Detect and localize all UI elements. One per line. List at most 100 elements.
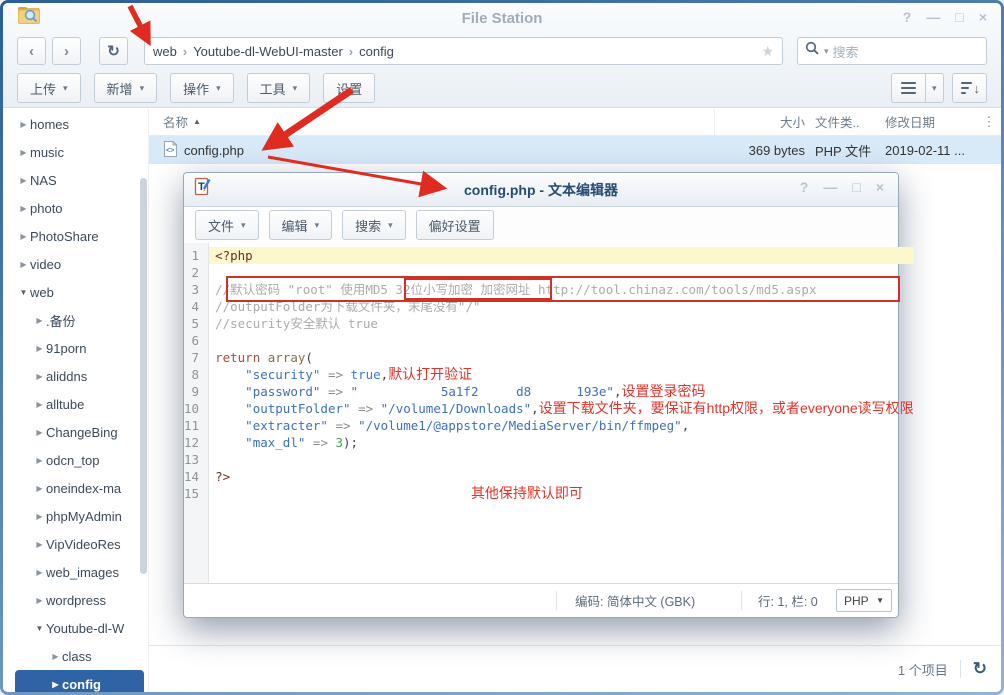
triangle-collapsed-icon[interactable]: ▶ xyxy=(17,176,30,185)
code-token: "password" xyxy=(245,384,320,399)
code-pane[interactable]: <?php//默认密码 "root" 使用MD5 32位小写加密 加密网址 ht… xyxy=(209,243,914,583)
close-icon[interactable]: × xyxy=(876,178,884,196)
sidebar-item-ChangeBing[interactable]: ▶ChangeBing xyxy=(3,418,148,446)
editor-menu-文件[interactable]: 文件▾ xyxy=(195,210,259,240)
sort-button[interactable]: ↓ xyxy=(952,73,988,103)
sidebar-item-alltube[interactable]: ▶alltube xyxy=(3,390,148,418)
view-mode-button[interactable] xyxy=(891,73,925,103)
sidebar-scrollbar[interactable] xyxy=(140,178,147,574)
sidebar-item-video[interactable]: ▶video xyxy=(3,250,148,278)
breadcrumb-segment[interactable]: Youtube-dl-WebUI-master xyxy=(193,44,343,59)
view-mode-caret[interactable]: ▾ xyxy=(925,73,944,103)
sidebar-item-web[interactable]: ▼web xyxy=(3,278,148,306)
minimize-icon[interactable]: — xyxy=(926,8,940,26)
triangle-collapsed-icon[interactable]: ▶ xyxy=(33,568,46,577)
column-date[interactable]: 修改日期 xyxy=(877,112,977,131)
editor-menu-偏好设置[interactable]: 偏好设置 xyxy=(416,210,494,240)
triangle-collapsed-icon[interactable]: ▶ xyxy=(49,680,62,689)
triangle-collapsed-icon[interactable]: ▶ xyxy=(33,540,46,549)
sidebar-item-homes[interactable]: ▶homes xyxy=(3,110,148,138)
sidebar-item-odcn_top[interactable]: ▶odcn_top xyxy=(3,446,148,474)
column-type[interactable]: 文件类.. xyxy=(805,112,877,131)
breadcrumb-segment[interactable]: web xyxy=(153,44,177,59)
language-select[interactable]: PHP ▼ xyxy=(836,589,892,612)
sidebar-item-web_images[interactable]: ▶web_images xyxy=(3,558,148,586)
editor-menu-编辑[interactable]: 编辑▾ xyxy=(269,210,333,240)
code-line-15: 其他保持默认即可 xyxy=(209,485,914,502)
chevron-down-icon: ▾ xyxy=(932,83,937,94)
sidebar-item-Youtube-dl-W[interactable]: ▼Youtube-dl-W xyxy=(3,614,148,642)
triangle-collapsed-icon[interactable]: ▶ xyxy=(49,652,62,661)
triangle-collapsed-icon[interactable]: ▶ xyxy=(17,204,30,213)
toolbar-button-设置[interactable]: 设置 xyxy=(323,73,375,103)
triangle-collapsed-icon[interactable]: ▶ xyxy=(33,596,46,605)
back-button[interactable]: ‹ xyxy=(17,37,46,65)
breadcrumb-segment[interactable]: config xyxy=(359,44,394,59)
sidebar-item-VipVideoRes[interactable]: ▶VipVideoRes xyxy=(3,530,148,558)
sidebar-item-class[interactable]: ▶class xyxy=(3,642,148,670)
triangle-collapsed-icon[interactable]: ▶ xyxy=(33,428,46,437)
code-editor[interactable]: 123456789101112131415 <?php//默认密码 "root"… xyxy=(184,243,898,583)
line-number: 10 xyxy=(184,400,208,417)
triangle-collapsed-icon[interactable]: ▶ xyxy=(17,148,30,157)
triangle-collapsed-icon[interactable]: ▶ xyxy=(33,400,46,409)
sidebar-item-photo[interactable]: ▶photo xyxy=(3,194,148,222)
breadcrumb[interactable]: web›Youtube-dl-WebUI-master›config ★ xyxy=(144,37,783,65)
triangle-expanded-icon[interactable]: ▼ xyxy=(33,624,46,633)
column-size[interactable]: 大小 xyxy=(715,112,805,131)
search-input[interactable]: ▾ 搜索 xyxy=(797,37,987,65)
triangle-collapsed-icon[interactable]: ▶ xyxy=(33,316,46,325)
triangle-collapsed-icon[interactable]: ▶ xyxy=(17,232,30,241)
sidebar-item-music[interactable]: ▶music xyxy=(3,138,148,166)
toolbar-button-label: 操作 xyxy=(183,79,209,98)
sidebar-item-PhotoShare[interactable]: ▶PhotoShare xyxy=(3,222,148,250)
star-icon[interactable]: ★ xyxy=(761,43,774,60)
sidebar-item-NAS[interactable]: ▶NAS xyxy=(3,166,148,194)
toolbar-button-工具[interactable]: 工具▾ xyxy=(247,73,311,103)
editor-titlebar[interactable]: T config.php - 文本编辑器 ?—□× xyxy=(184,173,898,207)
maximize-icon[interactable]: □ xyxy=(852,178,860,196)
column-settings-icon[interactable]: ⋮ xyxy=(977,114,1001,130)
code-line-2 xyxy=(209,264,914,281)
line-number: 7 xyxy=(184,349,208,366)
column-name[interactable]: 名称 ▲ xyxy=(149,108,715,135)
refresh-button[interactable]: ↻ xyxy=(99,37,128,65)
triangle-collapsed-icon[interactable]: ▶ xyxy=(33,344,46,353)
code-token xyxy=(215,486,471,501)
triangle-collapsed-icon[interactable]: ▶ xyxy=(17,260,30,269)
file-size-cell: 369 bytes xyxy=(715,143,805,158)
triangle-collapsed-icon[interactable]: ▶ xyxy=(17,120,30,129)
sidebar-item-.备份[interactable]: ▶.备份 xyxy=(3,306,148,334)
minimize-icon[interactable]: — xyxy=(823,178,837,196)
forward-button[interactable]: › xyxy=(52,37,81,65)
toolbar-button-上传[interactable]: 上传▾ xyxy=(17,73,81,103)
triangle-expanded-icon[interactable]: ▼ xyxy=(17,288,30,297)
chevron-down-icon: ▼ xyxy=(876,596,884,605)
triangle-collapsed-icon[interactable]: ▶ xyxy=(33,456,46,465)
encoding-status[interactable]: 编码: 简体中文 (GBK) xyxy=(556,591,741,611)
line-number: 9 xyxy=(184,383,208,400)
refresh-list-icon[interactable]: ↻ xyxy=(973,659,987,679)
maximize-icon[interactable]: □ xyxy=(955,8,963,26)
list-view-icon xyxy=(901,82,916,94)
toolbar-button-新增[interactable]: 新增▾ xyxy=(94,73,158,103)
triangle-collapsed-icon[interactable]: ▶ xyxy=(33,372,46,381)
search-scope-caret-icon[interactable]: ▾ xyxy=(824,46,829,57)
triangle-collapsed-icon[interactable]: ▶ xyxy=(33,512,46,521)
triangle-collapsed-icon[interactable]: ▶ xyxy=(33,484,46,493)
table-row[interactable]: <> config.php 369 bytes PHP 文件 2019-02-1… xyxy=(149,136,1001,164)
sidebar-item-config[interactable]: ▶config xyxy=(15,670,144,692)
sidebar-item-wordpress[interactable]: ▶wordpress xyxy=(3,586,148,614)
help-icon[interactable]: ? xyxy=(903,8,912,26)
language-value: PHP xyxy=(844,594,869,608)
code-line-4: //outputFolder为下载文件夹，末尾没有"/" xyxy=(209,298,914,315)
sort-lines-icon xyxy=(961,82,972,94)
close-icon[interactable]: × xyxy=(979,8,987,26)
sidebar-item-oneindex-ma[interactable]: ▶oneindex-ma xyxy=(3,474,148,502)
editor-menu-搜索[interactable]: 搜索▾ xyxy=(342,210,406,240)
sidebar-item-phpMyAdmin[interactable]: ▶phpMyAdmin xyxy=(3,502,148,530)
help-icon[interactable]: ? xyxy=(800,178,809,196)
sidebar-item-aliddns[interactable]: ▶aliddns xyxy=(3,362,148,390)
sidebar-item-91porn[interactable]: ▶91porn xyxy=(3,334,148,362)
toolbar-button-操作[interactable]: 操作▾ xyxy=(170,73,234,103)
